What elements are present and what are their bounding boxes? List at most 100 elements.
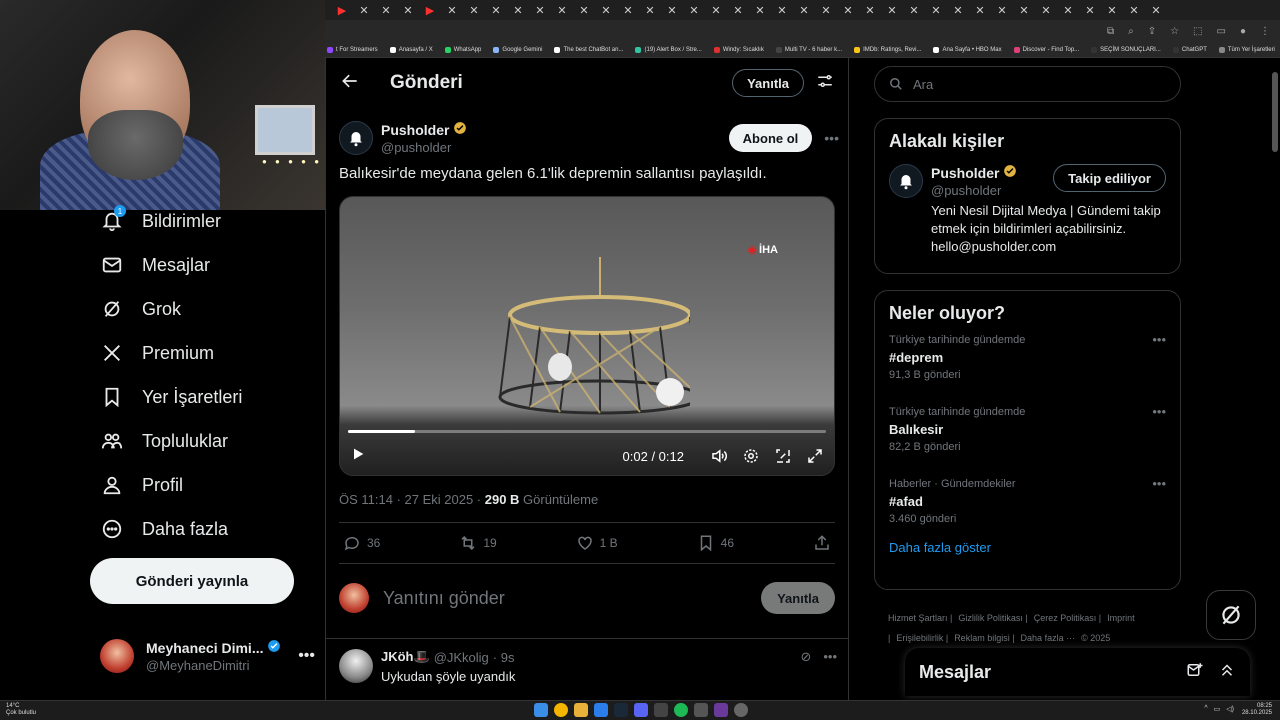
browser-tab-x[interactable]: ✕ bbox=[1145, 2, 1167, 18]
browser-tab-x[interactable]: ✕ bbox=[837, 2, 859, 18]
bookmark-link[interactable]: Discover - Find Top... bbox=[1013, 46, 1079, 53]
browser-tab-x[interactable]: ✕ bbox=[375, 2, 397, 18]
store-icon[interactable] bbox=[594, 703, 608, 717]
bookmark-link[interactable]: Anasayfa / X bbox=[389, 46, 433, 53]
bookmark-link[interactable]: Tüm Yer İşaretleri bbox=[1218, 46, 1275, 53]
bookmark-link[interactable]: Windy: Sıcaklık bbox=[713, 46, 764, 53]
search-input[interactable]: Ara bbox=[874, 66, 1181, 102]
more-dots-icon[interactable]: ••• bbox=[298, 647, 315, 665]
browser-tab-x[interactable]: ✕ bbox=[617, 2, 639, 18]
browser-tab-x[interactable]: ✕ bbox=[397, 2, 419, 18]
nav-item-communities[interactable]: Topluluklar bbox=[100, 425, 228, 457]
grok-icon[interactable]: ⊘ bbox=[800, 649, 811, 665]
related-name[interactable]: Pusholder bbox=[931, 165, 999, 181]
browser-tab-x[interactable]: ✕ bbox=[529, 2, 551, 18]
bookmark-link[interactable]: The best ChatBot an... bbox=[554, 46, 623, 53]
browser-tab-x[interactable]: ✕ bbox=[441, 2, 463, 18]
video-player[interactable]: ◉ İHA 0:02 / 0:12 bbox=[339, 196, 835, 476]
browser-tab-x[interactable]: ✕ bbox=[947, 2, 969, 18]
nav-item-more[interactable]: Daha fazla bbox=[100, 513, 228, 545]
messages-dock[interactable]: Mesajlar bbox=[905, 648, 1250, 696]
browser-tab-x[interactable]: ✕ bbox=[485, 2, 507, 18]
pusholder-avatar[interactable] bbox=[339, 121, 373, 155]
nav-item-grok[interactable]: Grok bbox=[100, 293, 181, 325]
start-icon[interactable] bbox=[534, 703, 548, 717]
reply-action[interactable]: 36 bbox=[343, 534, 380, 552]
tweet-timestamp[interactable]: ÖS 11:14 · 27 Eki 2025 · bbox=[339, 492, 485, 507]
app-icon[interactable] bbox=[734, 703, 748, 717]
browser-tab-x[interactable]: ✕ bbox=[683, 2, 705, 18]
browser-tab-x[interactable]: ✕ bbox=[1013, 2, 1035, 18]
comment-item[interactable]: JKöh🎩 @JKkolig · 9s ⊘ ••• Uykudan şöyle … bbox=[326, 638, 848, 694]
browser-tab-youtube[interactable]: ▶ bbox=[419, 2, 441, 18]
reply-submit-button[interactable]: Yanıtla bbox=[761, 582, 835, 614]
footer-link[interactable]: Gizlilik Politikası | bbox=[958, 613, 1027, 623]
chrome-icon[interactable] bbox=[554, 703, 568, 717]
discord-icon[interactable] bbox=[634, 703, 648, 717]
share-action[interactable] bbox=[813, 534, 831, 552]
file-explorer-icon[interactable] bbox=[574, 703, 588, 717]
author-name[interactable]: Pusholder bbox=[381, 122, 449, 138]
show-more-link[interactable]: Daha fazla göster bbox=[875, 540, 1180, 555]
taskbar-clock[interactable]: 08:25 28.10.2025 bbox=[1242, 703, 1272, 717]
more-dots-icon[interactable]: ••• bbox=[823, 649, 837, 665]
app-icon[interactable] bbox=[694, 703, 708, 717]
nav-item-bookmarks[interactable]: Yer İşaretleri bbox=[100, 381, 242, 413]
browser-tab-x[interactable]: ✕ bbox=[815, 2, 837, 18]
bookmark-link[interactable]: (19) Alert Box / Stre... bbox=[635, 46, 702, 53]
bookmark-link[interactable]: Google Gemini bbox=[493, 46, 542, 53]
profile-icon[interactable]: ● bbox=[1240, 26, 1246, 37]
bookmark-link[interactable]: t For Streamers bbox=[327, 46, 378, 53]
footer-link[interactable]: Hizmet Şartları | bbox=[888, 613, 952, 623]
comment-author-name[interactable]: JKöh🎩 bbox=[381, 649, 430, 665]
pip-icon[interactable] bbox=[774, 447, 792, 465]
browser-tab-x[interactable]: ✕ bbox=[903, 2, 925, 18]
reply-top-button[interactable]: Yanıtla bbox=[732, 69, 804, 97]
nav-item-premium[interactable]: Premium bbox=[100, 337, 214, 369]
spotify-icon[interactable] bbox=[674, 703, 688, 717]
nav-item-messages[interactable]: Mesajlar bbox=[100, 249, 210, 281]
post-button[interactable]: Gönderi yayınla bbox=[90, 558, 294, 604]
footer-link[interactable]: Çerez Politikası | bbox=[1034, 613, 1101, 623]
browser-tab-x[interactable]: ✕ bbox=[639, 2, 661, 18]
reply-input[interactable]: Yanıtını gönder bbox=[383, 588, 505, 609]
chevron-up-icon[interactable]: ^ bbox=[1204, 705, 1207, 713]
nav-item-profile[interactable]: Profil bbox=[100, 469, 183, 501]
grok-fab-button[interactable] bbox=[1206, 590, 1256, 640]
trend-item[interactable]: Türkiye tarihinde gündemde #deprem 91,3 … bbox=[875, 324, 1180, 396]
browser-tab-x[interactable]: ✕ bbox=[463, 2, 485, 18]
browser-tab-x[interactable]: ✕ bbox=[793, 2, 815, 18]
bookmark-action[interactable]: 46 bbox=[697, 534, 734, 552]
browser-tab-x[interactable]: ✕ bbox=[1123, 2, 1145, 18]
bookmark-link[interactable]: WhatsApp bbox=[444, 46, 481, 53]
bookmark-link[interactable]: Multi TV - 6 haber k... bbox=[775, 46, 842, 53]
browser-tab-x[interactable]: ✕ bbox=[991, 2, 1013, 18]
subscribe-button[interactable]: Abone ol bbox=[728, 124, 813, 152]
bookmark-link[interactable]: SEÇİM SONUÇLARI... bbox=[1091, 46, 1161, 53]
browser-tab-x[interactable]: ✕ bbox=[1101, 2, 1123, 18]
browser-tab-x[interactable]: ✕ bbox=[1035, 2, 1057, 18]
menu-icon[interactable]: ⋮ bbox=[1260, 26, 1270, 37]
browser-tab-x[interactable]: ✕ bbox=[661, 2, 683, 18]
footer-link[interactable]: © 2025 bbox=[1081, 633, 1110, 643]
like-action[interactable]: 1 B bbox=[576, 534, 618, 552]
repost-action[interactable]: 19 bbox=[459, 534, 497, 552]
steam-icon[interactable] bbox=[614, 703, 628, 717]
browser-tab-x[interactable]: ✕ bbox=[1057, 2, 1079, 18]
browser-tab-x[interactable]: ✕ bbox=[925, 2, 947, 18]
fullscreen-icon[interactable] bbox=[806, 447, 824, 465]
tune-icon[interactable] bbox=[804, 72, 834, 95]
trend-item[interactable]: Türkiye tarihinde gündemde Balıkesir 82,… bbox=[875, 396, 1180, 468]
star-icon[interactable]: ☆ bbox=[1170, 26, 1179, 37]
zoom-icon[interactable]: ⌕ bbox=[1128, 26, 1134, 37]
browser-tab-x[interactable]: ✕ bbox=[749, 2, 771, 18]
bookmark-link[interactable]: Ana Sayfa • HBO Max bbox=[933, 46, 1002, 53]
trend-item[interactable]: Haberler · Gündemdekiler #afad 3.460 gön… bbox=[875, 468, 1180, 540]
network-icon[interactable]: ▭ bbox=[1214, 705, 1221, 713]
app-icon[interactable] bbox=[654, 703, 668, 717]
bookmark-link[interactable]: ChatGPT bbox=[1172, 46, 1207, 53]
more-dots-icon[interactable]: ••• bbox=[1152, 404, 1166, 419]
weather-widget[interactable]: 14°C Çok bulutlu bbox=[6, 703, 36, 717]
scrollbar-thumb[interactable] bbox=[1272, 72, 1278, 152]
play-icon[interactable] bbox=[350, 446, 366, 467]
